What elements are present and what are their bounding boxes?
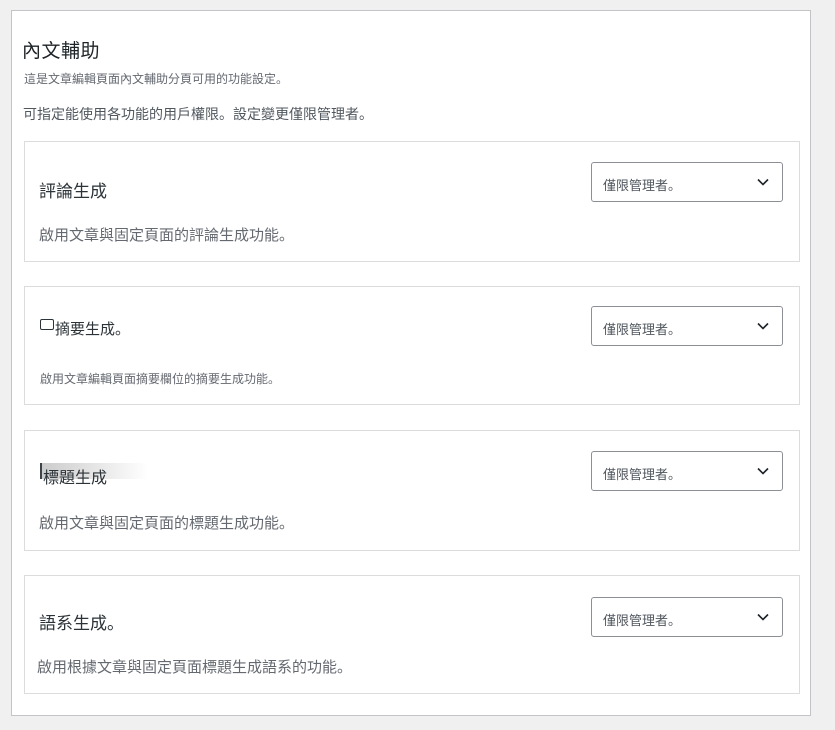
chevron-down-icon — [756, 464, 770, 478]
card-title-generation: 標題生成 啟用文章與固定頁面的標題生成功能。 僅限管理者。 — [24, 430, 800, 551]
select-value: 僅限管理者。 — [603, 323, 682, 338]
card-description: 啟用文章與固定頁面的評論生成功能。 — [39, 226, 295, 244]
card-description: 啟用根據文章與固定頁面標題生成語系的功能。 — [37, 658, 353, 676]
card-title: 摘要生成。 — [55, 320, 131, 338]
permission-select[interactable]: 僅限管理者。 — [591, 162, 783, 202]
section-subtitle: 這是文章編輯頁面內文輔助分頁可用的功能設定。 — [24, 72, 289, 86]
card-comment-generation: 評論生成 啟用文章與固定頁面的評論生成功能。 僅限管理者。 — [24, 141, 800, 262]
permission-note: 可指定能使用各功能的用戶權限。設定變更僅限管理者。 — [23, 107, 373, 123]
permission-select[interactable]: 僅限管理者。 — [591, 451, 783, 491]
card-title: 評論生成 — [39, 182, 107, 202]
settings-panel: 內文輔助 這是文章編輯頁面內文輔助分頁可用的功能設定。 可指定能使用各功能的用戶… — [11, 10, 811, 716]
card-description: 啟用文章與固定頁面的標題生成功能。 — [39, 514, 295, 532]
card-title: 語系生成。 — [39, 614, 124, 634]
select-value: 僅限管理者。 — [603, 614, 682, 629]
permission-select[interactable]: 僅限管理者。 — [591, 306, 783, 346]
text-cursor — [40, 463, 42, 479]
card-description: 啟用文章編輯頁面摘要欄位的摘要生成功能。 — [40, 372, 281, 386]
select-value: 僅限管理者。 — [603, 468, 682, 483]
chevron-down-icon — [756, 175, 770, 189]
card-title: 標題生成 — [43, 468, 108, 487]
permission-select[interactable]: 僅限管理者。 — [591, 597, 783, 637]
chevron-down-icon — [756, 319, 770, 333]
chevron-down-icon — [756, 610, 770, 624]
checkbox-icon — [40, 319, 54, 330]
select-value: 僅限管理者。 — [603, 179, 682, 194]
card-excerpt-generation: 摘要生成。 啟用文章編輯頁面摘要欄位的摘要生成功能。 僅限管理者。 — [24, 286, 800, 405]
card-language-generation: 語系生成。 啟用根據文章與固定頁面標題生成語系的功能。 僅限管理者。 — [24, 575, 800, 694]
section-title: 內文輔助 — [22, 40, 101, 62]
